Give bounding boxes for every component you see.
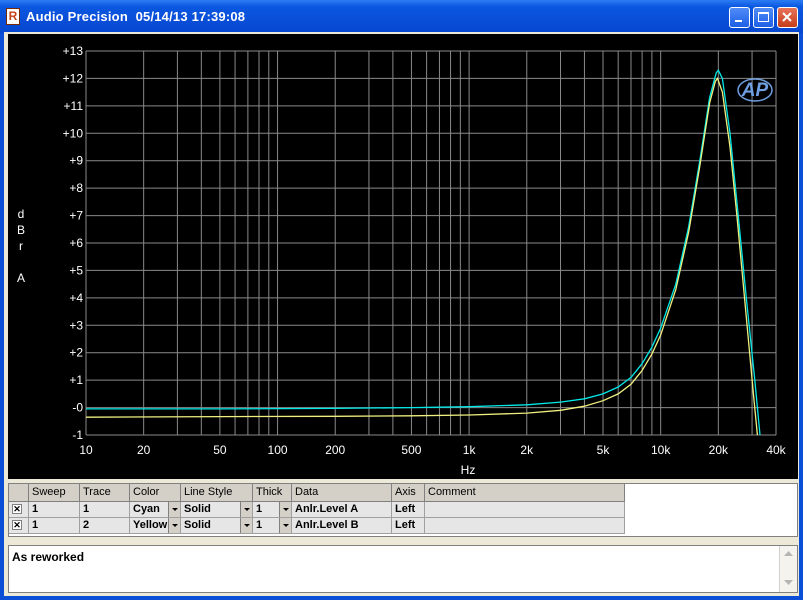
app-window: R Audio Precision 05/14/13 17:39:08 -1 -0… xyxy=(0,0,803,600)
x-tick-label: 20 xyxy=(137,443,151,457)
dropdown-arrow-icon[interactable] xyxy=(168,502,180,517)
client-area: -1 -0 +1 +2 +3 +4 +5 +6 +7 +8 +9 +10 +11 +12 +13 10 20 50… xyxy=(4,32,799,596)
header-check-column xyxy=(9,484,29,502)
cell-data[interactable]: Anlr.Level A xyxy=(292,502,392,518)
row-checkbox-cell[interactable]: ✕ xyxy=(9,502,29,518)
y-tick-label: +4 xyxy=(69,291,83,305)
audio-precision-app-icon[interactable]: R xyxy=(6,8,20,25)
y-tick-label: +10 xyxy=(63,126,84,140)
y-axis-label-char: A xyxy=(17,271,25,285)
y-axis-label-char: d xyxy=(18,207,25,221)
y-tick-label: +8 xyxy=(69,181,83,195)
cell-color-dropdown[interactable]: Yellow xyxy=(130,518,181,534)
x-tick-label: 40k xyxy=(766,443,786,457)
trace-table: Sweep Trace Color Line Style Thick Data … xyxy=(8,483,798,537)
close-button[interactable] xyxy=(777,7,798,28)
dropdown-arrow-icon[interactable] xyxy=(240,502,252,517)
y-tick-label: -1 xyxy=(72,428,83,442)
dropdown-arrow-icon[interactable] xyxy=(240,518,252,533)
cell-axis[interactable]: Left xyxy=(392,502,425,518)
cell-sweep[interactable]: 1 xyxy=(29,518,80,534)
window-title: Audio Precision 05/14/13 17:39:08 xyxy=(26,9,246,24)
dropdown-arrow-icon[interactable] xyxy=(279,518,291,533)
y-tick-label: +1 xyxy=(69,373,83,387)
dropdown-arrow-icon[interactable] xyxy=(168,518,180,533)
cell-comment[interactable] xyxy=(425,518,625,534)
y-tick-label: +11 xyxy=(64,99,84,113)
series-line-2 xyxy=(85,77,759,436)
cell-thick-dropdown[interactable]: 1 xyxy=(253,518,292,534)
maximize-icon xyxy=(758,12,769,22)
scroll-up-arrow-icon xyxy=(784,551,793,556)
cell-line-style: Solid xyxy=(184,519,211,531)
dropdown-arrow-icon[interactable] xyxy=(279,502,291,517)
y-axis-label-char: B xyxy=(17,223,25,237)
minimize-icon xyxy=(735,20,742,22)
column-header-color[interactable]: Color xyxy=(130,484,181,502)
y-tick-label: +9 xyxy=(69,154,83,168)
column-header-line-style[interactable]: Line Style xyxy=(181,484,253,502)
checkbox-checked-icon[interactable]: ✕ xyxy=(12,520,22,530)
cell-color: Yellow xyxy=(133,519,168,531)
cell-line-style: Solid xyxy=(184,503,211,515)
y-tick-label: +3 xyxy=(69,318,83,332)
cell-thick: 1 xyxy=(256,519,263,531)
minimize-button[interactable] xyxy=(729,7,750,28)
column-header-sweep[interactable]: Sweep xyxy=(29,484,80,502)
column-header-data[interactable]: Data xyxy=(292,484,392,502)
audio-precision-logo: AP xyxy=(741,80,769,101)
cell-thick-dropdown[interactable]: 1 xyxy=(253,502,292,518)
y-tick-label: +12 xyxy=(63,71,84,85)
x-tick-label: 5k xyxy=(597,443,611,457)
x-tick-label: 1k xyxy=(463,443,477,457)
x-axis-label: Hz xyxy=(461,463,476,477)
cell-line-style-dropdown[interactable]: Solid xyxy=(181,518,253,534)
cell-line-style-dropdown[interactable]: Solid xyxy=(181,502,253,518)
scroll-up-button[interactable] xyxy=(781,546,796,562)
y-tick-label: +13 xyxy=(63,44,84,58)
x-tick-label: 20k xyxy=(709,443,729,457)
column-header-thick[interactable]: Thick xyxy=(253,484,292,502)
y-tick-label: +6 xyxy=(69,236,83,250)
cell-data[interactable]: Anlr.Level B xyxy=(292,518,392,534)
cell-thick: 1 xyxy=(256,503,263,515)
comment-textarea[interactable]: As reworked xyxy=(8,545,798,593)
x-tick-label: 2k xyxy=(520,443,534,457)
close-icon xyxy=(782,12,792,22)
comment-text: As reworked xyxy=(12,550,85,564)
cell-comment[interactable] xyxy=(425,502,625,518)
x-tick-label: 100 xyxy=(268,443,288,457)
comment-scrollbar[interactable] xyxy=(779,546,797,592)
cell-sweep[interactable]: 1 xyxy=(29,502,80,518)
scroll-down-button[interactable] xyxy=(781,575,796,591)
y-axis-label-char: r xyxy=(19,239,23,253)
x-tick-label: 50 xyxy=(213,443,227,457)
column-header-axis[interactable]: Axis xyxy=(392,484,425,502)
plot-panel: -1 -0 +1 +2 +3 +4 +5 +6 +7 +8 +9 +10 +11 +12 +13 10 20 50… xyxy=(8,34,798,479)
column-header-trace[interactable]: Trace xyxy=(80,484,130,502)
title-bar[interactable]: R Audio Precision 05/14/13 17:39:08 xyxy=(0,0,803,33)
row-checkbox-cell[interactable]: ✕ xyxy=(9,518,29,534)
scroll-down-arrow-icon xyxy=(784,580,793,585)
cell-trace[interactable]: 1 xyxy=(80,502,130,518)
x-tick-label: 10 xyxy=(79,443,93,457)
x-tick-label: 10k xyxy=(651,443,671,457)
column-header-comment[interactable]: Comment xyxy=(425,484,625,502)
cell-axis[interactable]: Left xyxy=(392,518,425,534)
frequency-response-chart: -1 -0 +1 +2 +3 +4 +5 +6 +7 +8 +9 +10 +11 +12 +13 10 20 50… xyxy=(17,44,787,477)
y-tick-label: +5 xyxy=(69,263,83,277)
cell-color: Cyan xyxy=(133,503,160,515)
checkbox-checked-icon[interactable]: ✕ xyxy=(12,504,22,514)
x-tick-label: 200 xyxy=(325,443,345,457)
cell-color-dropdown[interactable]: Cyan xyxy=(130,502,181,518)
y-tick-label: -0 xyxy=(72,401,83,415)
x-tick-label: 500 xyxy=(401,443,421,457)
y-tick-label: +2 xyxy=(69,346,83,360)
y-tick-label: +7 xyxy=(69,209,83,223)
cell-trace[interactable]: 2 xyxy=(80,518,130,534)
maximize-button[interactable] xyxy=(753,7,774,28)
